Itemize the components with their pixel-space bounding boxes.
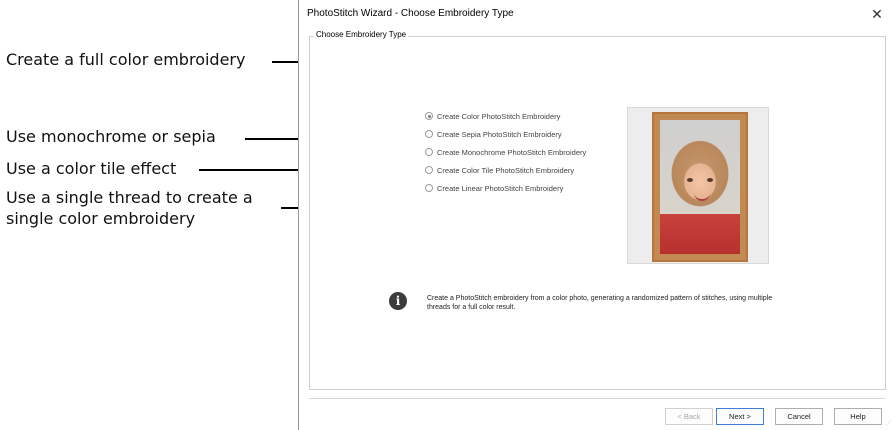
screenshot-stage: Create a full color embroidery Use monoc… — [0, 0, 895, 430]
radio-unselected-icon — [425, 166, 433, 174]
radio-color-tile-photostitch[interactable]: Create Color Tile PhotoStitch Embroidery — [425, 163, 574, 177]
embroidery-preview-panel — [627, 107, 769, 264]
annotation-full-color: Create a full color embroidery — [6, 50, 246, 69]
back-button[interactable]: < Back — [665, 408, 713, 425]
radio-label: Create Color PhotoStitch Embroidery — [437, 111, 561, 121]
resize-grip-icon[interactable]: ⋰ — [885, 420, 892, 427]
radio-label: Create Color Tile PhotoStitch Embroidery — [437, 165, 575, 175]
radio-selected-icon — [425, 112, 433, 120]
photostitch-wizard-dialog: PhotoStitch Wizard - Choose Embroidery T… — [298, 0, 895, 430]
radio-label: Create Sepia PhotoStitch Embroidery — [437, 129, 562, 139]
preview-eye-right — [707, 178, 713, 182]
radio-linear-photostitch[interactable]: Create Linear PhotoStitch Embroidery — [425, 181, 563, 195]
close-button[interactable]: ✕ — [863, 2, 891, 26]
radio-unselected-icon — [425, 130, 433, 138]
preview-wood-frame — [652, 112, 748, 262]
dialog-titlebar: PhotoStitch Wizard - Choose Embroidery T… — [299, 0, 895, 30]
embroidery-type-groupbox: Choose Embroidery Type — [309, 30, 886, 390]
preview-eye-left — [687, 178, 693, 182]
preview-smile — [694, 192, 710, 201]
radio-monochrome-photostitch[interactable]: Create Monochrome PhotoStitch Embroidery — [425, 145, 586, 159]
radio-unselected-icon — [425, 184, 433, 192]
radio-label: Create Monochrome PhotoStitch Embroidery — [437, 147, 587, 157]
annotation-monochrome-sepia: Use monochrome or sepia — [6, 127, 216, 146]
next-button[interactable]: Next > — [716, 408, 764, 425]
info-icon: i — [389, 292, 407, 310]
radio-unselected-icon — [425, 148, 433, 156]
preview-photo-girl — [660, 120, 740, 254]
help-button[interactable]: Help — [834, 408, 882, 425]
annotation-color-tile: Use a color tile effect — [6, 159, 177, 178]
radio-color-photostitch[interactable]: Create Color PhotoStitch Embroidery — [425, 109, 560, 123]
annotation-single-thread-line1: Use a single thread to create a — [6, 188, 253, 207]
radio-label: Create Linear PhotoStitch Embroidery — [437, 183, 564, 193]
annotation-single-thread-line2: single color embroidery — [6, 209, 196, 228]
info-description: Create a PhotoStitch embroidery from a c… — [427, 295, 773, 311]
cancel-button[interactable]: Cancel — [775, 408, 823, 425]
button-separator — [309, 398, 885, 399]
dialog-title: PhotoStitch Wizard - Choose Embroidery T… — [307, 8, 514, 19]
radio-sepia-photostitch[interactable]: Create Sepia PhotoStitch Embroidery — [425, 127, 562, 141]
groupbox-label: Choose Embroidery Type — [314, 30, 409, 39]
